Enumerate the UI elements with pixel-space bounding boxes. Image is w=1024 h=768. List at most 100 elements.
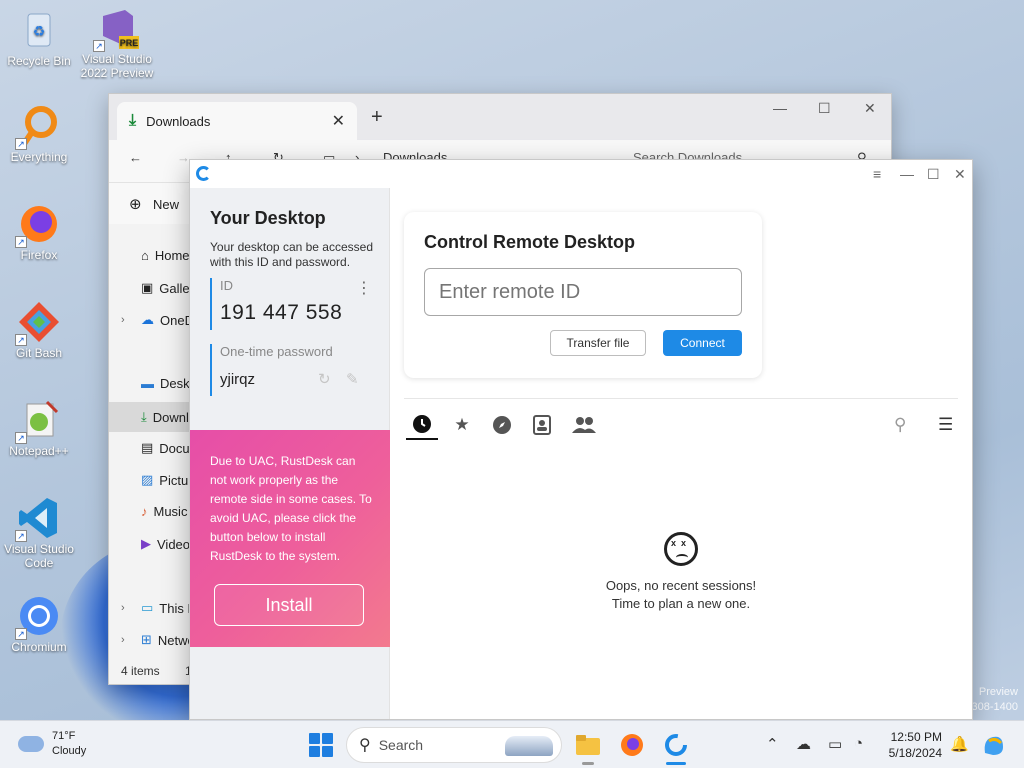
list-view-icon[interactable]: ☰	[938, 410, 953, 440]
explorer-tab-downloads[interactable]: ⤓ Downloads ✕	[117, 102, 357, 140]
home-icon: ⌂	[141, 248, 149, 263]
cloud-icon	[18, 736, 44, 752]
shortcut-arrow-icon: ↗	[93, 40, 105, 52]
explorer-sidebar: ⌂Home ▣Gallery › ☁OneDrive ▬Desktop ⤓Dow…	[109, 224, 189, 662]
menu-icon[interactable]: ≡	[873, 166, 881, 182]
more-vertical-icon[interactable]: ⋮	[356, 278, 372, 298]
remote-id-input[interactable]	[424, 268, 742, 316]
sidebar-item-onedrive[interactable]: ☁OneDrive	[141, 312, 189, 328]
copilot-icon	[984, 736, 1003, 755]
clock-date: 5/18/2024	[888, 746, 942, 760]
music-icon: ♪	[141, 504, 148, 519]
weather-temperature: 71°F	[52, 730, 76, 742]
password-section: One-time password yjirqz ↻ ✎	[210, 344, 372, 396]
sidebar-item-this-pc[interactable]: ▭This PC	[141, 600, 189, 616]
minimize-icon[interactable]: —	[900, 166, 914, 182]
transfer-file-button[interactable]: Transfer file	[550, 330, 646, 356]
address-book-icon	[533, 415, 551, 435]
sidebar-item-videos[interactable]: ▶Videos	[141, 536, 189, 552]
system-clock[interactable]: 12:50 PM 5/18/2024	[884, 729, 942, 761]
tab-favorites[interactable]: ★	[446, 410, 478, 440]
chevron-up-icon[interactable]: ⌃	[766, 735, 779, 753]
taskbar-search[interactable]: ⚲ Search	[346, 727, 562, 763]
sidebar-item-documents[interactable]: ▤Documents	[141, 440, 189, 456]
control-remote-card: Control Remote Desktop Transfer file Con…	[404, 212, 762, 378]
desktop-icon-notepad-plus-plus[interactable]: ↗ Notepad++	[0, 398, 78, 458]
explorer-tab-title: Downloads	[146, 113, 211, 129]
svg-text:PRE: PRE	[120, 38, 139, 48]
folder-icon	[576, 735, 600, 755]
desktop-icon-label: Visual Studio Code	[4, 542, 74, 570]
chevron-right-icon[interactable]: ›	[121, 602, 125, 614]
desktop-icon-everything[interactable]: ↗ Everything	[0, 104, 78, 164]
id-section: ID 191 447 558 ⋮	[210, 278, 372, 330]
explorer-status-bar: 4 items 1	[121, 664, 192, 678]
close-tab-icon[interactable]: ✕	[332, 111, 345, 131]
sidebar-item-music[interactable]: ♪ Music	[141, 504, 189, 519]
edit-password-icon[interactable]: ✎	[346, 370, 359, 388]
computer-icon: ▭	[141, 600, 154, 615]
svg-text:♻: ♻	[33, 23, 46, 39]
tab-address-book[interactable]	[526, 410, 558, 440]
desktop-icon-chromium[interactable]: ↗ Chromium	[0, 594, 78, 654]
desktop-icon-firefox[interactable]: ↗ Firefox	[0, 202, 78, 262]
divider	[404, 398, 958, 399]
desktop-icon-visual-studio[interactable]: PRE ↗ Visual Studio 2022 Preview	[78, 6, 156, 80]
sidebar-item-downloads[interactable]: ⤓Downloads	[109, 402, 189, 432]
sidebar-item-pictures[interactable]: ▨Pictures	[141, 472, 189, 488]
item-count: 4 items	[121, 664, 160, 678]
refresh-password-icon[interactable]: ↻	[318, 370, 331, 388]
sidebar-item-gallery[interactable]: ▣Gallery	[141, 280, 189, 296]
taskbar-firefox[interactable]	[616, 729, 648, 761]
network-icon[interactable]: ▭	[828, 735, 842, 753]
star-icon: ★	[454, 415, 470, 434]
tab-group[interactable]	[566, 410, 602, 440]
new-button[interactable]: New	[153, 197, 179, 212]
copilot-button[interactable]	[978, 729, 1010, 761]
notification-bell-icon[interactable]: 🔔	[950, 735, 969, 753]
group-icon	[572, 417, 596, 433]
sidebar-item-network[interactable]: ⊞Network	[141, 632, 189, 648]
desktop-icon-git-bash[interactable]: ↗ Git Bash	[0, 300, 78, 360]
search-highlight-image	[505, 736, 553, 756]
chevron-right-icon[interactable]: ›	[121, 314, 125, 326]
new-tab-icon[interactable]: +	[371, 106, 383, 129]
compass-icon	[493, 416, 511, 434]
id-value[interactable]: 191 447 558	[220, 301, 372, 325]
sidebar-item-desktop[interactable]: ▬Desktop	[141, 376, 189, 391]
clock-icon	[413, 415, 431, 433]
start-button[interactable]	[309, 733, 333, 757]
weather-widget[interactable]: 71°F Cloudy	[18, 729, 86, 759]
your-desktop-title: Your Desktop	[210, 208, 326, 228]
taskbar-rustdesk[interactable]	[660, 729, 692, 765]
install-button[interactable]: Install	[214, 584, 364, 626]
rustdesk-titlebar: ≡ — ☐ ✕	[190, 160, 972, 188]
desktop-icon-label: Chromium	[11, 640, 67, 654]
your-desktop-description: Your desktop can be accessed with this I…	[210, 240, 374, 269]
search-icon[interactable]: ⚲	[894, 410, 906, 440]
everything-search-icon: ↗	[15, 104, 61, 150]
sidebar-item-home[interactable]: ⌂ Home	[141, 248, 189, 263]
close-icon[interactable]: ✕	[864, 100, 876, 117]
network-icon: ⊞	[141, 632, 152, 647]
maximize-icon[interactable]: ☐	[818, 100, 831, 117]
close-icon[interactable]: ✕	[954, 166, 966, 183]
rustdesk-window[interactable]: ≡ — ☐ ✕ Your Desktop Your desktop can be…	[189, 159, 973, 720]
tab-recent-sessions[interactable]	[406, 410, 438, 440]
taskbar-search-label: Search	[378, 737, 424, 753]
desktop-icon-recycle-bin[interactable]: ♻ Recycle Bin	[0, 8, 78, 68]
taskbar-file-explorer[interactable]	[572, 729, 604, 765]
chevron-right-icon[interactable]: ›	[121, 634, 125, 646]
minimize-icon[interactable]: —	[773, 100, 787, 116]
desktop-icon-vscode[interactable]: ↗ Visual Studio Code	[0, 496, 78, 570]
cloud-offline-icon[interactable]: ☁	[796, 735, 811, 753]
tab-discovered[interactable]	[486, 410, 518, 440]
your-desktop-panel: Your Desktop Your desktop can be accesse…	[190, 188, 390, 719]
download-icon: ⤓	[141, 409, 147, 424]
vscode-icon: ↗	[15, 496, 61, 542]
maximize-icon[interactable]: ☐	[927, 166, 940, 183]
volume-icon[interactable]: ◔	[854, 735, 863, 752]
active-indicator	[666, 762, 686, 765]
connect-button[interactable]: Connect	[663, 330, 742, 356]
back-arrow-icon[interactable]: ←	[129, 150, 142, 165]
